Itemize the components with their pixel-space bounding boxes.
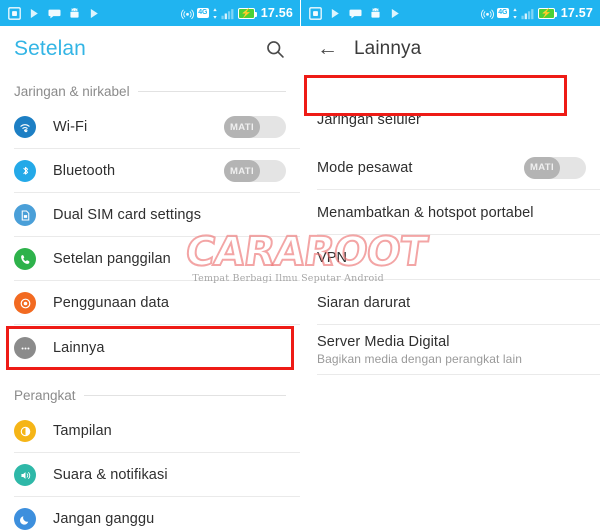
play-video-icon: [391, 6, 401, 20]
settings-row-dual-sim[interactable]: Dual SIM card settings: [0, 193, 300, 237]
status-bar-system-icons: 4G ⚡ 17.57: [480, 6, 593, 20]
more-row-label: VPN: [317, 249, 348, 266]
settings-screen-panel: 4G ⚡ 17.56 Setelan Jaringan & nirkabel W…: [0, 0, 300, 531]
status-bar-system-icons: 4G ⚡ 17.56: [180, 6, 293, 20]
android-robot-icon: [371, 7, 380, 18]
section-divider: [83, 395, 286, 396]
battery-charging-icon: ⚡: [537, 7, 558, 19]
settings-row-label: Wi-Fi: [53, 119, 88, 135]
data-arrows-icon: [213, 7, 217, 19]
page-title: Lainnya: [354, 38, 422, 59]
more-settings-app-bar: ← Lainnya: [301, 26, 600, 72]
top-spacer: [301, 72, 600, 101]
screenshot-icon: [8, 6, 21, 20]
settings-row-label: Penggunaan data: [53, 295, 169, 311]
section-header-network: Jaringan & nirkabel: [0, 72, 300, 105]
settings-row-label: Dual SIM card settings: [53, 207, 202, 223]
status-bar-notification-icons: [309, 6, 402, 20]
section-header-label: Perangkat: [14, 388, 76, 403]
more-row-mode-pesawat[interactable]: Mode pesawat MATI: [301, 145, 600, 190]
wifi-icon: [14, 116, 36, 138]
status-bar: 4G ⚡ 17.56: [0, 0, 300, 26]
status-bar-clock: 17.57: [560, 6, 593, 20]
back-arrow-icon[interactable]: ←: [317, 38, 338, 59]
more-row-server-media-digital[interactable]: Server Media Digital Bagikan media denga…: [301, 325, 600, 375]
phone-icon: [14, 248, 36, 270]
display-brightness-icon: [14, 420, 36, 442]
settings-row-call-settings[interactable]: Setelan panggilan: [0, 237, 300, 281]
settings-row-lainnya[interactable]: Lainnya: [0, 325, 300, 371]
do-not-disturb-moon-icon: [14, 508, 36, 530]
message-icon: [48, 9, 61, 18]
dual-screenshot-container: 4G ⚡ 17.56 Setelan Jaringan & nirkabel W…: [0, 0, 600, 531]
settings-row-label: Lainnya: [53, 340, 105, 356]
section-header-device: Perangkat: [0, 371, 300, 409]
status-bar-clock: 17.56: [260, 6, 293, 20]
settings-row-label: Bluetooth: [53, 163, 116, 179]
more-row-subtitle: Bagikan media dengan perangkat lain: [317, 352, 522, 366]
hotspot-icon: [180, 9, 194, 19]
play-store-icon: [30, 6, 40, 20]
status-bar: 4G ⚡ 17.57: [301, 0, 600, 26]
more-row-label: Jaringan seluler: [317, 112, 421, 128]
android-robot-icon: [70, 7, 79, 18]
toggle-knob: MATI: [224, 116, 260, 138]
settings-row-sound[interactable]: Suara & notifikasi: [0, 453, 300, 497]
more-row-text: Server Media Digital Bagikan media denga…: [317, 334, 522, 366]
search-icon[interactable]: [265, 39, 286, 60]
sound-icon: [14, 464, 36, 486]
toggle-state-label: MATI: [529, 162, 555, 173]
page-title: Setelan: [14, 37, 86, 60]
signal-bars-icon: [521, 8, 534, 19]
toggle-state-label: MATI: [229, 165, 255, 177]
data-usage-icon: [14, 292, 36, 314]
more-dots-icon: [14, 337, 36, 359]
settings-app-bar: Setelan: [0, 26, 300, 72]
bluetooth-toggle[interactable]: MATI: [224, 160, 286, 182]
message-icon: [349, 9, 362, 18]
more-settings-screen-panel: 4G ⚡ 17.57 ← Lainnya Jaringan seluler Mo…: [300, 0, 600, 531]
play-store-icon: [331, 6, 341, 20]
network-type-badge: 4G: [496, 8, 509, 18]
bluetooth-icon: [14, 160, 36, 182]
more-row-label: Mode pesawat: [317, 159, 413, 176]
settings-row-bluetooth[interactable]: Bluetooth MATI: [0, 149, 300, 193]
settings-row-do-not-disturb[interactable]: Jangan ganggu: [0, 497, 300, 531]
screenshot-icon: [309, 6, 322, 20]
network-type-badge: 4G: [196, 8, 209, 18]
airplane-mode-toggle[interactable]: MATI: [524, 156, 586, 179]
hotspot-icon: [480, 9, 494, 19]
signal-bars-icon: [221, 8, 234, 19]
row-divider: [317, 374, 600, 375]
section-divider: [137, 91, 286, 92]
sim-card-icon: [14, 204, 36, 226]
toggle-knob: MATI: [524, 156, 560, 179]
settings-row-wifi[interactable]: Wi-Fi MATI: [0, 105, 300, 149]
more-row-label: Menambatkan & hotspot portabel: [317, 204, 534, 221]
settings-row-label: Jangan ganggu: [53, 511, 155, 527]
battery-charging-icon: ⚡: [237, 7, 258, 19]
settings-row-label: Tampilan: [53, 423, 112, 439]
more-row-jaringan-seluler[interactable]: Jaringan seluler: [301, 101, 600, 139]
settings-row-label: Suara & notifikasi: [53, 467, 168, 483]
toggle-knob: MATI: [224, 160, 260, 182]
status-bar-notification-icons: [8, 6, 101, 20]
data-arrows-icon: [513, 7, 517, 19]
settings-row-data-usage[interactable]: Penggunaan data: [0, 281, 300, 325]
section-header-label: Jaringan & nirkabel: [14, 84, 130, 99]
more-row-label: Siaran darurat: [317, 294, 411, 311]
wifi-toggle[interactable]: MATI: [224, 116, 286, 138]
more-row-tethering-hotspot[interactable]: Menambatkan & hotspot portabel: [301, 190, 600, 235]
more-row-siaran-darurat[interactable]: Siaran darurat: [301, 280, 600, 325]
play-video-icon: [90, 6, 100, 20]
toggle-state-label: MATI: [229, 121, 255, 133]
more-row-vpn[interactable]: VPN: [301, 235, 600, 280]
more-row-label: Server Media Digital: [317, 334, 450, 350]
settings-row-tampilan[interactable]: Tampilan: [0, 409, 300, 453]
settings-row-label: Setelan panggilan: [53, 251, 171, 267]
